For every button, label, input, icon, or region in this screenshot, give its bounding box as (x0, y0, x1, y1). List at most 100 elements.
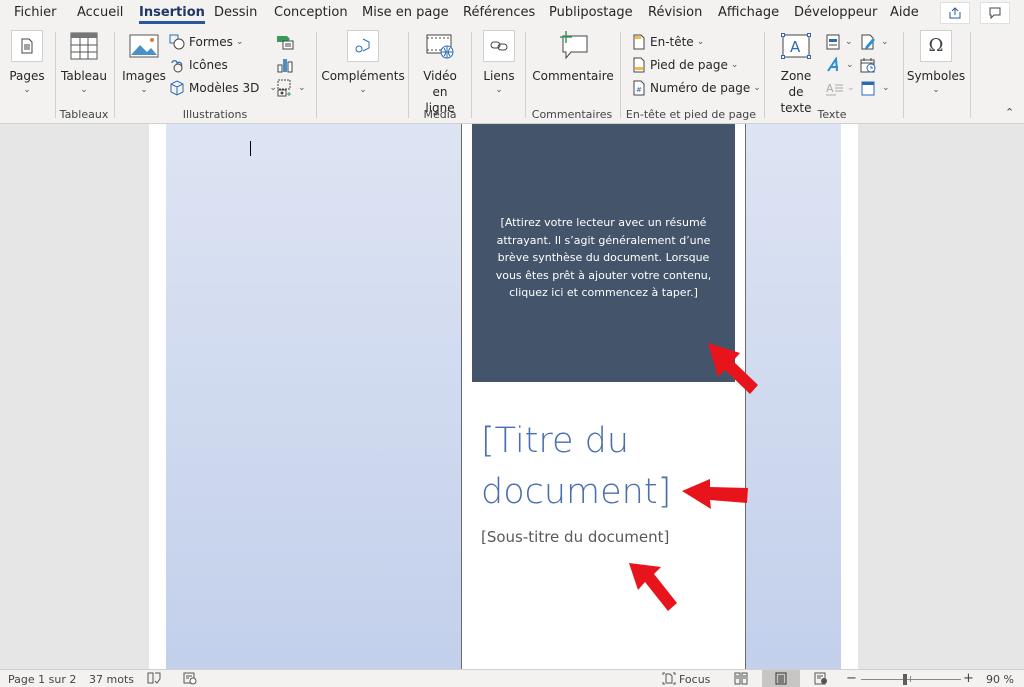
focus-icon (662, 672, 676, 685)
quick-parts-button[interactable]: ⌄ (826, 32, 853, 52)
date-time-icon (860, 58, 876, 73)
zoom-out-button[interactable]: − (846, 671, 857, 686)
complements-label: Compléments (321, 69, 405, 83)
chevron-down-icon: ⌄ (80, 85, 88, 95)
date-time-button[interactable] (860, 55, 876, 75)
smartart-icon (277, 36, 294, 50)
zoom-slider[interactable] (861, 679, 961, 680)
liens-button[interactable]: Liens ⌄ (480, 30, 518, 96)
tableau-button[interactable]: Tableau ⌄ (61, 30, 107, 96)
wordart-button[interactable]: ⌄ (826, 55, 854, 75)
formes-button[interactable]: Formes ⌄ (169, 32, 243, 52)
chevron-down-icon: ⌄ (140, 85, 148, 95)
read-mode-icon[interactable] (734, 672, 748, 685)
pages-label: Pages (9, 69, 45, 83)
page-count[interactable]: Page 1 sur 2 (8, 673, 76, 686)
symboles-button[interactable]: Ω Symboles ⌄ (906, 30, 966, 96)
complements-button[interactable]: Compléments ⌄ (321, 30, 405, 96)
icones-button[interactable]: Icônes (169, 55, 228, 75)
chevron-down-icon: ⌄ (495, 85, 503, 95)
addins-icon (347, 30, 379, 62)
share-icon (949, 7, 961, 19)
screenshot-icon (277, 79, 291, 97)
formes-label: Formes (189, 35, 233, 49)
tab-developpeur[interactable]: Développeur (794, 5, 877, 20)
zone-label-1: Zone de (780, 69, 812, 99)
smartart-button[interactable] (276, 32, 294, 52)
print-layout-button[interactable] (762, 670, 800, 687)
zoom-in-button[interactable]: + (963, 671, 974, 686)
group-label-illustrations: Illustrations (182, 108, 248, 121)
chart-icon (277, 59, 293, 73)
tab-revision[interactable]: Révision (648, 5, 702, 20)
tab-affichage[interactable]: Affichage (718, 5, 779, 20)
comment-icon (989, 7, 1001, 20)
group-label-commentaires: Commentaires (531, 108, 613, 121)
images-button[interactable]: Images ⌄ (122, 30, 166, 96)
tab-accueil[interactable]: Accueil (77, 5, 123, 20)
comments-button[interactable] (980, 2, 1010, 24)
group-label-en-tete: En-tête et pied de page (625, 108, 757, 121)
summary-placeholder[interactable]: [Attirez votre lecteur avec un résumé at… (472, 124, 735, 382)
en-tete-label: En-tête (650, 35, 694, 49)
annotation-arrow-subtitle (629, 563, 677, 611)
svg-text:A: A (826, 82, 834, 95)
commentaire-label: Commentaire (532, 69, 614, 83)
pages-button[interactable]: Pages ⌄ (8, 30, 46, 96)
zone-label-2: texte (780, 101, 812, 115)
web-layout-icon[interactable] (814, 672, 828, 685)
group-label-media: Média (423, 108, 457, 121)
summary-text: [Attirez votre lecteur avec un résumé at… (495, 216, 712, 300)
chevron-down-icon: ⌄ (23, 85, 31, 95)
drop-cap-icon: A (826, 82, 843, 96)
cube-3d-icon (170, 80, 184, 96)
tab-mise-en-page[interactable]: Mise en page (362, 5, 449, 20)
drop-cap-button[interactable]: A ⌄ (826, 78, 855, 98)
commentaire-button[interactable]: Commentaire (532, 30, 614, 84)
signature-line-icon (861, 34, 875, 50)
word-window: Fichier Accueil Insertion Dessin Concept… (0, 0, 1024, 687)
ribbon-tabs: Fichier Accueil Insertion Dessin Concept… (0, 0, 1024, 28)
icones-label: Icônes (189, 58, 228, 72)
tab-conception[interactable]: Conception (274, 5, 348, 20)
share-button[interactable] (940, 2, 970, 24)
tab-insertion[interactable]: Insertion (139, 5, 205, 24)
tab-references[interactable]: Références (463, 5, 535, 20)
signature-line-button[interactable]: ⌄ (860, 32, 889, 52)
pied-de-page-button[interactable]: Pied de page ⌄ (632, 55, 738, 75)
object-button[interactable]: ⌄ (860, 78, 890, 98)
wordart-icon (827, 57, 838, 72)
symboles-label: Symboles (906, 69, 966, 83)
zone-de-texte-button[interactable]: A Zone de texte (772, 30, 820, 116)
tab-aide[interactable]: Aide (890, 5, 919, 20)
header-icon (633, 34, 645, 50)
modeles-3d-button[interactable]: Modèles 3D ⌄ (169, 78, 277, 98)
graphique-button[interactable] (276, 55, 294, 75)
accessibility-icon[interactable] (183, 672, 197, 685)
liens-label: Liens (483, 69, 515, 83)
cover-left-panel (166, 124, 461, 669)
word-count[interactable]: 37 mots (89, 673, 134, 686)
collapse-ribbon-icon[interactable]: ⌃ (1005, 106, 1014, 119)
capture-button[interactable]: ⌄ (276, 78, 306, 98)
numero-de-page-button[interactable]: # Numéro de page ⌄ (632, 78, 761, 98)
en-tete-button[interactable]: En-tête ⌄ (632, 32, 704, 52)
proofing-icon[interactable] (147, 672, 161, 685)
annotation-arrow-summary (708, 343, 758, 394)
document-subtitle-placeholder[interactable]: [Sous-titre du document] (481, 528, 669, 546)
tab-dessin[interactable]: Dessin (214, 5, 257, 20)
print-layout-icon (775, 672, 787, 685)
group-label-tableaux: Tableaux (59, 108, 109, 121)
shapes-icon (169, 34, 185, 50)
tableau-label: Tableau (61, 69, 107, 83)
zoom-level[interactable]: 90 % (986, 673, 1014, 686)
zoom-slider-thumb[interactable] (903, 674, 908, 685)
image-icon (128, 30, 160, 62)
svg-text:#: # (636, 86, 642, 94)
tab-publipostage[interactable]: Publipostage (549, 5, 633, 20)
zoom-100-marker (910, 676, 911, 682)
tab-fichier[interactable]: Fichier (14, 5, 57, 20)
video-en-ligne-button[interactable]: Vidéo en ligne (416, 30, 464, 116)
omega-icon: Ω (920, 30, 952, 62)
text-cursor (250, 141, 251, 156)
